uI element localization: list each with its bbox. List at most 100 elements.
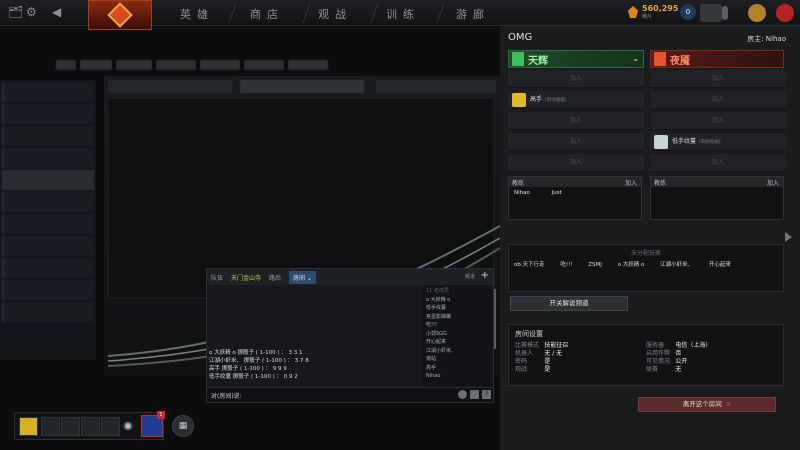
dire-header[interactable]: 夜魇 (650, 50, 784, 68)
dire-slot-2[interactable]: 加入 (650, 91, 786, 109)
list-item[interactable]: 低手纹蔓 (426, 304, 490, 313)
settings-row: 比赛模式 技能征召 服务器 电信（上海） (515, 342, 777, 350)
radiant-slot-1[interactable]: 加入 (508, 70, 644, 88)
send-icon[interactable] (470, 390, 479, 399)
dire-slot-3[interactable]: 加入 (650, 112, 786, 130)
list-item[interactable]: 开心起来 (426, 338, 490, 347)
dota-logo-icon[interactable] (88, 0, 152, 30)
dire-slot-1[interactable]: 加入 (650, 70, 786, 88)
radiant-name: 天辉 (528, 55, 548, 67)
chat-channel-button[interactable]: 频道 (465, 273, 475, 280)
party-avatar[interactable] (19, 417, 38, 436)
toggle-caster-channel-button[interactable]: 开关解说频道 (510, 296, 628, 311)
chat-tabs: 队伍 天门金山寺 路后 房间 ⌄ (207, 269, 493, 285)
power-icon[interactable] (776, 4, 794, 22)
nav-divider (370, 3, 379, 23)
radiant-header[interactable]: 天辉 ⌄ (508, 50, 644, 68)
dire-slot-5[interactable]: 加入 (650, 154, 786, 172)
tab-guild[interactable]: 天门金山寺 (231, 273, 261, 282)
host-label: 房主: (747, 35, 764, 43)
leave-room-button[interactable]: 离开这个房间 ✕ (638, 397, 776, 412)
list-item[interactable]: o 大妖精 o (618, 262, 645, 268)
gold-label: 精片 (642, 14, 653, 20)
tab-team[interactable]: 队伍 (211, 273, 223, 282)
radiant-slot-4[interactable]: 加入 (508, 133, 644, 151)
notification-badge: 1 (157, 411, 165, 419)
list-item[interactable]: 吃!!! (560, 262, 572, 268)
dire-icon (654, 52, 666, 66)
nav-arcade[interactable]: 游廊 (456, 6, 490, 22)
breadcrumb (56, 60, 436, 72)
tab-room[interactable]: 房间 ⌄ (289, 270, 316, 284)
notification-icon[interactable]: 🗂 (8, 5, 23, 19)
list-item[interactable]: o 大妖精 o (426, 296, 490, 305)
list-item[interactable]: 江湖小虾米、 (660, 262, 693, 268)
list-item (2, 148, 94, 168)
host-name: Nihao (765, 35, 786, 43)
dire-slot-4[interactable]: 低手纹蔓 [鹭眼龟蜗] (650, 133, 786, 151)
back-arrow-icon[interactable]: ◀ (52, 5, 61, 19)
list-item[interactable]: 克星影蟑螂 (426, 313, 490, 322)
list-item (2, 104, 94, 124)
list-item[interactable]: 江湖小虾米、 (426, 347, 490, 356)
gear-icon[interactable]: ⚙ (26, 5, 37, 19)
radiant-slot-2[interactable]: 高手 [碧绿雅魔] (508, 91, 644, 109)
list-item[interactable]: 吃!!! (426, 321, 490, 330)
settings-header: 房间设置 (515, 330, 543, 338)
list-item[interactable]: Nihao (426, 372, 490, 381)
setting-key: 密码 (515, 358, 528, 365)
list-item[interactable]: ZSMJ (588, 262, 602, 268)
setting-key: 服务器 (646, 342, 665, 349)
apps-grid-icon[interactable]: ▦ (172, 415, 194, 437)
party-status-icon[interactable] (123, 421, 133, 431)
chat-scrollbar[interactable] (494, 289, 496, 349)
setting-value: 公开 (675, 358, 688, 365)
list-item[interactable]: ob.天下行走 (514, 262, 545, 268)
radiant-slot-3[interactable]: 加入 (508, 112, 644, 130)
gold-shard-icon (628, 6, 638, 18)
list-item[interactable]: 开心起来 (709, 262, 731, 268)
party-slot[interactable] (61, 417, 80, 436)
setting-value: 无 / 无 (544, 350, 563, 357)
party-slot[interactable] (101, 417, 120, 436)
radiant-slot-5[interactable]: 加入 (508, 154, 644, 172)
unassigned-header: 未分配玩家 (630, 250, 661, 257)
party-slot[interactable] (81, 417, 100, 436)
setting-value: 否 (675, 350, 682, 357)
chevron-right-icon[interactable] (785, 232, 792, 242)
chat-input[interactable]: 对(房间)说: ? (207, 387, 493, 402)
emoji-icon[interactable] (458, 390, 467, 399)
coach-name: Nihao (514, 190, 530, 196)
nav-watch[interactable]: 观战 (318, 6, 352, 22)
setting-key: 观战 (515, 366, 528, 373)
setting-key: 机器人 (515, 350, 534, 357)
coach-label: 教练 (512, 180, 525, 187)
nav-store[interactable]: 商店 (250, 6, 284, 22)
shield-icon[interactable] (748, 4, 766, 22)
nav-heroes[interactable]: 英雄 (180, 6, 214, 22)
list-item[interactable]: 小郭SGG (426, 330, 490, 339)
list-item[interactable]: 高手 (426, 364, 490, 373)
nav-divider (436, 3, 445, 23)
nav-learn[interactable]: 训练 (386, 6, 420, 22)
tab-lobby[interactable]: 路后 (269, 273, 281, 282)
top-bar: 🗂 ⚙ ◀ 英雄 商店 观战 训练 游廊 560,295 精片 0 (0, 0, 800, 30)
coach-join-button[interactable]: 加入 (625, 178, 637, 187)
setting-value: 无 (675, 366, 682, 373)
coach-join-button[interactable]: 加入 (767, 178, 779, 187)
dire-coach-box: 教练 加入 (650, 176, 784, 220)
player-tag: [碧绿雅魔] (545, 98, 567, 103)
tab-room-label: 房间 (293, 274, 306, 282)
chevron-down-icon[interactable]: ⌄ (632, 54, 639, 63)
list-item (2, 302, 94, 322)
party-slot[interactable] (41, 417, 60, 436)
coach-list: Nihao Just (509, 187, 641, 199)
level-badge-icon[interactable]: 0 (680, 4, 696, 20)
help-icon[interactable]: ? (482, 390, 491, 399)
nav-divider (228, 3, 237, 23)
list-item (2, 214, 94, 234)
inventory-icon[interactable] (700, 4, 722, 22)
add-channel-icon[interactable]: + (481, 270, 489, 281)
party-bar: 1 (14, 411, 165, 440)
list-item[interactable]: 谱站 (426, 355, 490, 364)
